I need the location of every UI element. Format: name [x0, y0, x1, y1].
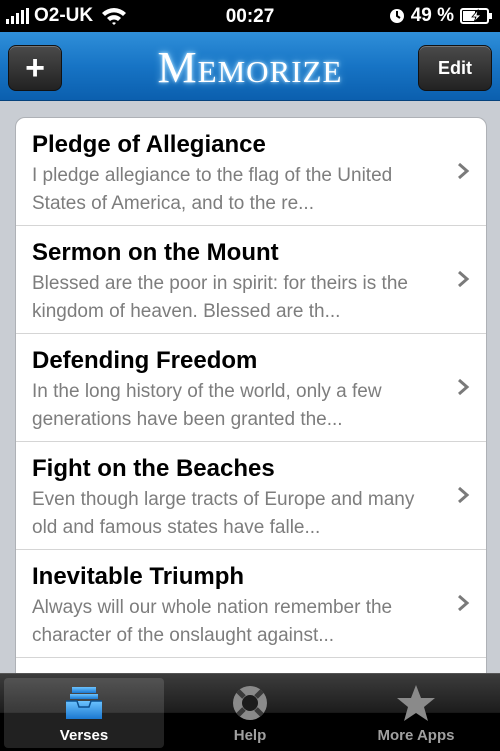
inbox-tray-icon	[66, 687, 102, 719]
verse-preview: In the long history of the world, only a…	[32, 381, 382, 430]
verse-title: Fight on the Beaches	[32, 455, 275, 482]
verse-list-area[interactable]: Pledge of Allegiance I pledge allegiance…	[0, 101, 500, 673]
verse-row-pledge-of-allegiance[interactable]: Pledge of Allegiance I pledge allegiance…	[16, 118, 486, 226]
chevron-right-icon	[458, 378, 470, 396]
tab-bar: Verses Help More Apps	[0, 673, 500, 751]
battery-percent: 49 %	[410, 5, 454, 26]
verse-preview: Always will our whole nation remember th…	[32, 597, 393, 646]
tab-help[interactable]: Help	[170, 678, 330, 748]
verse-row-inevitable-triumph[interactable]: Inevitable Triumph Always will our whole…	[16, 550, 486, 658]
verse-list: Pledge of Allegiance I pledge allegiance…	[15, 117, 487, 673]
verse-row-fight-on-the-beaches[interactable]: Fight on the Beaches Even though large t…	[16, 442, 486, 550]
lifebuoy-icon	[233, 686, 267, 720]
tab-verses[interactable]: Verses	[4, 678, 164, 748]
battery-icon	[460, 8, 492, 24]
tab-label: Help	[233, 727, 267, 744]
verse-row-defending-freedom[interactable]: Defending Freedom In the long history of…	[16, 334, 486, 442]
verse-row-partial[interactable]	[16, 658, 486, 673]
verse-preview: Blessed are the poor in spirit: for thei…	[32, 273, 408, 322]
star-icon	[397, 685, 435, 721]
verse-title: Inevitable Triumph	[32, 563, 245, 590]
verse-row-sermon-on-the-mount[interactable]: Sermon on the Mount Blessed are the poor…	[16, 226, 486, 334]
chevron-right-icon	[458, 162, 470, 180]
chevron-right-icon	[458, 270, 470, 288]
edit-button[interactable]: Edit	[418, 45, 492, 91]
verse-title: Defending Freedom	[32, 347, 258, 374]
verse-title: Pledge of Allegiance	[32, 131, 266, 158]
navigation-bar: + Memorize Edit	[0, 32, 500, 101]
verse-title: Sermon on the Mount	[32, 239, 279, 266]
status-bar: O2-UK 00:27 49 %	[0, 0, 500, 32]
tab-more-apps[interactable]: More Apps	[336, 678, 496, 748]
tab-label: Verses	[59, 727, 109, 744]
tab-label: More Apps	[377, 727, 455, 744]
verse-preview: Even though large tracts of Europe and m…	[32, 489, 415, 538]
verse-preview: I pledge allegiance to the flag of the U…	[32, 165, 393, 214]
chevron-right-icon	[458, 486, 470, 504]
chevron-right-icon	[458, 594, 470, 612]
alarm-clock-icon	[389, 9, 404, 23]
